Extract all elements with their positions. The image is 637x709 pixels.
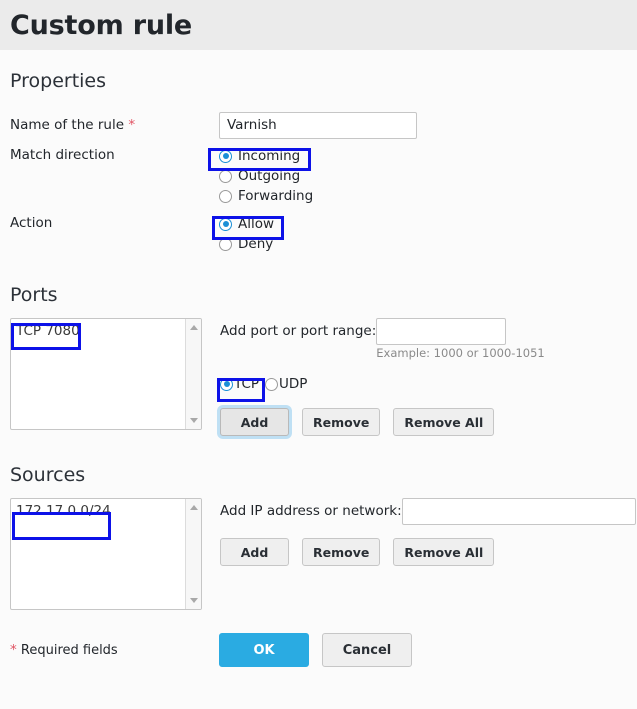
- ports-button-row: Add Remove Remove All: [220, 408, 627, 436]
- cancel-button[interactable]: Cancel: [322, 633, 412, 667]
- ports-controls: Add port or port range: Example: 1000 or…: [202, 318, 627, 436]
- list-item[interactable]: 172.17.0.0/24: [13, 502, 185, 521]
- radio-deny-label: Deny: [238, 236, 274, 252]
- page-content: Properties Name of the rule * Match dire…: [0, 72, 637, 667]
- sources-row: 172.17.0.0/24 Add IP address or network:…: [10, 498, 636, 610]
- required-fields-text: Required fields: [20, 643, 118, 658]
- radio-outgoing-label: Outgoing: [238, 168, 301, 184]
- sources-controls: Add IP address or network: Add Remove Re…: [202, 498, 636, 566]
- add-port-field-row: Add port or port range: Example: 1000 or…: [220, 318, 627, 360]
- label-add-port: Add port or port range:: [220, 323, 377, 339]
- scroll-down-arrow-icon[interactable]: [189, 418, 198, 423]
- radio-action-allow[interactable]: Allow: [219, 214, 627, 234]
- sources-listbox[interactable]: 172.17.0.0/24: [10, 498, 202, 610]
- protocol-radio-group: TCP UDP: [220, 374, 627, 394]
- radio-udp-label[interactable]: UDP: [279, 375, 307, 393]
- footer-button-row: OK Cancel: [219, 633, 412, 667]
- radio-direction-outgoing[interactable]: Outgoing: [219, 166, 627, 186]
- radio-deny-icon[interactable]: [219, 237, 232, 251]
- radio-allow-label: Allow: [238, 216, 275, 232]
- rule-name-input[interactable]: [219, 111, 417, 139]
- radio-udp-icon[interactable]: [265, 377, 279, 391]
- list-item[interactable]: TCP 7080: [13, 322, 185, 341]
- label-rule-name-text: Name of the rule: [10, 117, 125, 133]
- scroll-down-arrow-icon[interactable]: [189, 598, 198, 603]
- sources-scrollbar[interactable]: [185, 499, 201, 609]
- match-direction-radio-group: Incoming Outgoing Forwarding: [219, 146, 627, 206]
- row-action: Action Allow Deny: [10, 214, 627, 254]
- radio-direction-forwarding[interactable]: Forwarding: [219, 186, 627, 206]
- sources-add-button[interactable]: Add: [220, 538, 289, 566]
- row-rule-name: Name of the rule *: [10, 108, 627, 142]
- ports-remove-all-button[interactable]: Remove All: [393, 408, 495, 436]
- action-radio-group: Allow Deny: [219, 214, 627, 254]
- section-heading-ports: Ports: [10, 284, 58, 306]
- radio-tcp-icon[interactable]: [220, 377, 233, 391]
- dialog-footer: * Required fields OK Cancel: [10, 633, 627, 667]
- radio-incoming-label: Incoming: [238, 148, 301, 164]
- label-action: Action: [10, 215, 53, 231]
- ok-button[interactable]: OK: [219, 633, 309, 667]
- sources-button-row: Add Remove Remove All: [220, 538, 636, 566]
- scroll-up-arrow-icon[interactable]: [189, 505, 198, 510]
- section-heading-sources: Sources: [10, 464, 86, 486]
- required-asterisk: *: [128, 117, 136, 133]
- radio-outgoing-icon[interactable]: [219, 169, 232, 183]
- label-add-ip: Add IP address or network:: [220, 503, 402, 519]
- section-heading-properties: Properties: [10, 70, 107, 92]
- add-port-hint: Example: 1000 or 1000-1051: [376, 346, 545, 360]
- page-title: Custom rule: [10, 9, 193, 41]
- field-rule-name: [219, 111, 627, 139]
- ports-scrollbar[interactable]: [185, 319, 201, 429]
- ports-add-button[interactable]: Add: [220, 408, 289, 436]
- scroll-up-arrow-icon[interactable]: [189, 325, 198, 330]
- ports-listbox[interactable]: TCP 7080: [10, 318, 202, 430]
- required-asterisk-footer: *: [10, 642, 17, 658]
- radio-direction-incoming[interactable]: Incoming: [219, 146, 627, 166]
- radio-forwarding-icon[interactable]: [219, 189, 232, 203]
- add-ip-input[interactable]: [401, 498, 636, 525]
- radio-action-deny[interactable]: Deny: [219, 234, 627, 254]
- sources-remove-button[interactable]: Remove: [302, 538, 381, 566]
- required-fields-note: * Required fields: [10, 642, 219, 658]
- label-rule-name: Name of the rule *: [10, 116, 219, 134]
- radio-forwarding-label: Forwarding: [238, 188, 314, 204]
- row-match-direction: Match direction Incoming Outgoing Forwar…: [10, 146, 627, 206]
- sources-remove-all-button[interactable]: Remove All: [393, 538, 495, 566]
- add-port-input-wrap: Example: 1000 or 1000-1051: [376, 318, 545, 360]
- ports-listbox-items[interactable]: TCP 7080: [11, 319, 185, 429]
- radio-incoming-icon[interactable]: [219, 149, 232, 163]
- radio-tcp-label[interactable]: TCP: [234, 375, 259, 393]
- sources-listbox-items[interactable]: 172.17.0.0/24: [11, 499, 185, 609]
- page-header: Custom rule: [0, 0, 637, 50]
- ports-remove-button[interactable]: Remove: [302, 408, 381, 436]
- ports-row: TCP 7080 Add port or port range: Example…: [10, 318, 627, 436]
- label-match-direction: Match direction: [10, 147, 115, 163]
- properties-form: Name of the rule * Match direction Incom…: [10, 108, 627, 254]
- add-port-input[interactable]: [376, 318, 507, 345]
- radio-allow-icon[interactable]: [219, 217, 232, 231]
- add-ip-field-row: Add IP address or network:: [220, 498, 636, 525]
